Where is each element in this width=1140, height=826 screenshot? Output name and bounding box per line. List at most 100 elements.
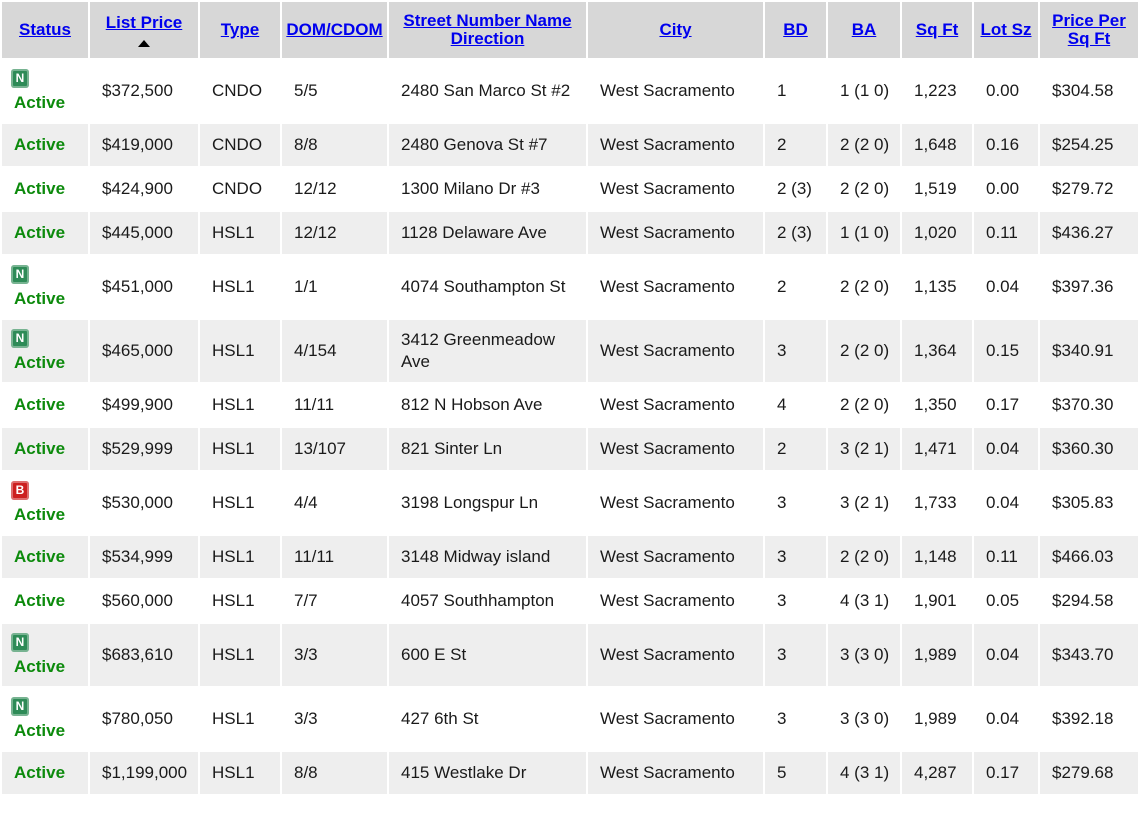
status-wrap: Active (11, 439, 65, 459)
bedrooms-cell: 3 (763, 318, 828, 384)
sort-status-link[interactable]: Status (19, 21, 71, 39)
price-per-sqft-cell: $340.91 (1038, 318, 1140, 384)
sort-street-link[interactable]: Street Number Name Direction (397, 11, 579, 48)
status-cell: N Active (0, 58, 90, 124)
bathrooms-cell: 2 (2 0) (826, 382, 902, 428)
table-row[interactable]: N Active $372,500 CNDO 5/5 2480 San Marco St … (0, 58, 1140, 124)
sort-sqft-link[interactable]: Sq Ft (916, 21, 959, 39)
city-cell: West Sacramento (586, 122, 765, 168)
bathrooms-cell: 4 (3 1) (826, 578, 902, 624)
status-wrap: N Active (11, 633, 65, 677)
street-address-cell: 427 6th St (387, 686, 588, 752)
sqft-cell: 1,733 (900, 470, 974, 536)
street-address-cell: 4074 Southampton St (387, 254, 588, 320)
lot-size-cell: 0.00 (972, 58, 1040, 124)
street-address-cell: 821 Sinter Ln (387, 426, 588, 472)
bedrooms-cell: 3 (763, 578, 828, 624)
city-cell: West Sacramento (586, 210, 765, 256)
status-wrap: Active (11, 547, 65, 567)
type-cell: CNDO (198, 122, 282, 168)
column-header-bd: BD (763, 0, 828, 60)
sqft-cell: 1,471 (900, 426, 974, 472)
sort-city-link[interactable]: City (659, 21, 691, 39)
city-cell: West Sacramento (586, 686, 765, 752)
table-row[interactable]: Active $534,999 HSL1 11/11 3148 Midway islan… (0, 534, 1140, 580)
column-header-list-price: List Price (88, 0, 200, 60)
status-cell: Active (0, 426, 90, 472)
street-address-cell: 2480 Genova St #7 (387, 122, 588, 168)
status-label: Active (14, 439, 66, 458)
status-cell: Active (0, 210, 90, 256)
table-row[interactable]: Active $529,999 HSL1 13/107 821 Sinter Ln Wes… (0, 426, 1140, 472)
city-cell: West Sacramento (586, 254, 765, 320)
price-per-sqft-cell: $279.72 (1038, 166, 1140, 212)
bedrooms-cell: 3 (763, 470, 828, 536)
status-wrap: N Active (11, 697, 65, 741)
lot-size-cell: 0.04 (972, 470, 1040, 536)
price-per-sqft-cell: $343.70 (1038, 622, 1140, 688)
status-cell: Active (0, 382, 90, 428)
table-row[interactable]: N Active $683,610 HSL1 3/3 600 E St West Sacra… (0, 622, 1140, 688)
sort-type-link[interactable]: Type (221, 21, 259, 39)
type-cell: HSL1 (198, 470, 282, 536)
list-price-cell: $465,000 (88, 318, 200, 384)
sqft-cell: 1,989 (900, 686, 974, 752)
status-wrap: N Active (11, 69, 65, 113)
column-header-status: Status (0, 0, 90, 60)
column-header-lot: Lot Sz (972, 0, 1040, 60)
street-address-cell: 600 E St (387, 622, 588, 688)
column-header-ppsf: Price Per Sq Ft (1038, 0, 1140, 60)
type-cell: HSL1 (198, 426, 282, 472)
table-row[interactable]: N Active $451,000 HSL1 1/1 4074 Southampton S… (0, 254, 1140, 320)
price-per-sqft-cell: $436.27 (1038, 210, 1140, 256)
table-row[interactable]: N Active $780,050 HSL1 3/3 427 6th St West Sac… (0, 686, 1140, 752)
lot-size-cell: 0.11 (972, 210, 1040, 256)
price-per-sqft-cell: $370.30 (1038, 382, 1140, 428)
table-row[interactable]: Active $1,199,000 HSL1 8/8 415 Westlake Dr We… (0, 750, 1140, 796)
sqft-cell: 1,148 (900, 534, 974, 580)
sqft-cell: 1,223 (900, 58, 974, 124)
lot-size-cell: 0.15 (972, 318, 1040, 384)
status-wrap: B Active (11, 481, 65, 525)
sqft-cell: 1,989 (900, 622, 974, 688)
sort-ba-link[interactable]: BA (852, 21, 877, 39)
new-listing-badge-icon: N (11, 329, 29, 348)
table-row[interactable]: Active $419,000 CNDO 8/8 2480 Genova St #7 We… (0, 122, 1140, 168)
table-row[interactable]: B Active $530,000 HSL1 4/4 3198 Longspur Ln We… (0, 470, 1140, 536)
bathrooms-cell: 3 (2 1) (826, 426, 902, 472)
status-label: Active (14, 135, 66, 154)
list-price-cell: $372,500 (88, 58, 200, 124)
city-cell: West Sacramento (586, 534, 765, 580)
new-listing-badge-icon: N (11, 69, 29, 88)
city-cell: West Sacramento (586, 58, 765, 124)
column-header-street: Street Number Name Direction (387, 0, 588, 60)
status-wrap: Active (11, 135, 65, 155)
bedrooms-cell: 3 (763, 534, 828, 580)
table-row[interactable]: N Active $465,000 HSL1 4/154 3412 Greenmeadow… (0, 318, 1140, 384)
bathrooms-cell: 3 (3 0) (826, 622, 902, 688)
lot-size-cell: 0.04 (972, 426, 1040, 472)
sort-bd-link[interactable]: BD (783, 21, 808, 39)
status-label: Active (14, 591, 66, 610)
status-cell: N Active (0, 254, 90, 320)
list-price-cell: $499,900 (88, 382, 200, 428)
bathrooms-cell: 2 (2 0) (826, 122, 902, 168)
status-label: Active (14, 505, 66, 524)
bedrooms-cell: 2 (763, 426, 828, 472)
bedrooms-cell: 2 (763, 122, 828, 168)
bathrooms-cell: 2 (2 0) (826, 254, 902, 320)
sort-dom-link[interactable]: DOM/CDOM (286, 21, 382, 39)
table-row[interactable]: Active $445,000 HSL1 12/12 1128 Delaware Ave… (0, 210, 1140, 256)
bedrooms-cell: 3 (763, 622, 828, 688)
sort-ppsf-link[interactable]: Price Per Sq Ft (1047, 11, 1131, 48)
table-row[interactable]: Active $499,900 HSL1 11/11 812 N Hobson Ave W… (0, 382, 1140, 428)
status-label: Active (14, 179, 66, 198)
table-row[interactable]: Active $560,000 HSL1 7/7 4057 Southhampton We… (0, 578, 1140, 624)
sort-lot-link[interactable]: Lot Sz (981, 21, 1032, 39)
bathrooms-cell: 1 (1 0) (826, 210, 902, 256)
sort-list-price-link[interactable]: List Price (106, 14, 183, 32)
status-label: Active (14, 289, 66, 308)
dom-cell: 1/1 (280, 254, 389, 320)
table-row[interactable]: Active $424,900 CNDO 12/12 1300 Milano Dr #3… (0, 166, 1140, 212)
back-on-market-badge-icon: B (11, 481, 29, 500)
